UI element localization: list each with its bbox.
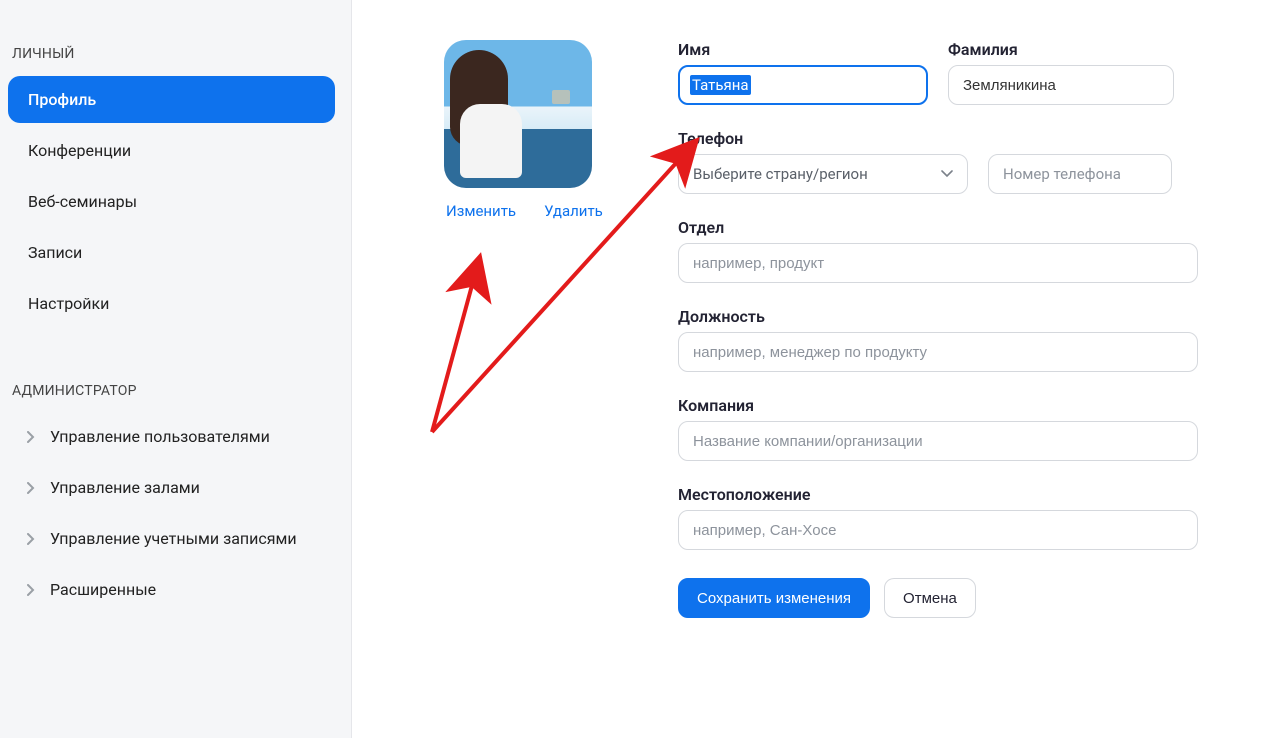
sidebar-item-recordings[interactable]: Записи [8, 229, 335, 276]
last-name-input[interactable] [948, 65, 1174, 105]
sidebar-item-webinars[interactable]: Веб-семинары [8, 178, 335, 225]
sidebar-item-label: Управление учетными записями [50, 529, 297, 548]
sidebar-item-admin-advanced[interactable]: Расширенные [8, 566, 335, 613]
sidebar-section-admin: АДМИНИСТРАТОР [8, 375, 335, 413]
sidebar-item-profile[interactable]: Профиль [8, 76, 335, 123]
chevron-right-icon [22, 584, 40, 596]
sidebar-item-label: Веб-семинары [28, 192, 137, 211]
sidebar-item-label: Управление пользователями [50, 427, 270, 446]
company-input[interactable] [678, 421, 1198, 461]
sidebar-item-label: Записи [28, 243, 82, 262]
sidebar-item-meetings[interactable]: Конференции [8, 127, 335, 174]
phone-country-placeholder: Выберите страну/регион [693, 165, 868, 183]
avatar-column: Изменить Удалить [404, 40, 634, 618]
last-name-label: Фамилия [948, 40, 1198, 59]
save-button[interactable]: Сохранить изменения [678, 578, 870, 618]
first-name-label: Имя [678, 40, 928, 59]
chevron-right-icon [22, 431, 40, 443]
chevron-down-icon [941, 167, 953, 181]
job-title-input[interactable] [678, 332, 1198, 372]
sidebar: ЛИЧНЫЙ Профиль Конференции Веб-семинары … [0, 0, 352, 738]
profile-form: Имя Татьяна Фамилия Телефон Выберит [678, 40, 1198, 618]
sidebar-item-settings[interactable]: Настройки [8, 280, 335, 327]
sidebar-item-label: Настройки [28, 294, 109, 313]
sidebar-item-admin-users[interactable]: Управление пользователями [8, 413, 335, 460]
job-title-label: Должность [678, 307, 1198, 326]
department-input[interactable] [678, 243, 1198, 283]
location-input[interactable] [678, 510, 1198, 550]
phone-label: Телефон [678, 129, 1198, 148]
sidebar-item-label: Управление залами [50, 478, 200, 497]
department-label: Отдел [678, 218, 1198, 237]
chevron-right-icon [22, 482, 40, 494]
sidebar-item-admin-accounts[interactable]: Управление учетными записями [8, 515, 335, 562]
company-label: Компания [678, 396, 1198, 415]
phone-number-input[interactable]: Номер телефона [988, 154, 1172, 194]
avatar-image [444, 40, 592, 188]
avatar-change-link[interactable]: Изменить [446, 202, 516, 220]
sidebar-item-admin-rooms[interactable]: Управление залами [8, 464, 335, 511]
chevron-right-icon [22, 533, 40, 545]
sidebar-item-label: Профиль [28, 90, 96, 109]
first-name-input[interactable]: Татьяна [678, 65, 928, 105]
main-content: Изменить Удалить Имя Татьяна Фамилия [352, 0, 1263, 738]
sidebar-section-personal: ЛИЧНЫЙ [8, 38, 335, 76]
location-label: Местоположение [678, 485, 1198, 504]
phone-country-select[interactable]: Выберите страну/регион [678, 154, 968, 194]
sidebar-item-label: Расширенные [50, 580, 156, 599]
sidebar-item-label: Конференции [28, 141, 131, 160]
cancel-button[interactable]: Отмена [884, 578, 976, 618]
avatar-delete-link[interactable]: Удалить [544, 202, 603, 220]
